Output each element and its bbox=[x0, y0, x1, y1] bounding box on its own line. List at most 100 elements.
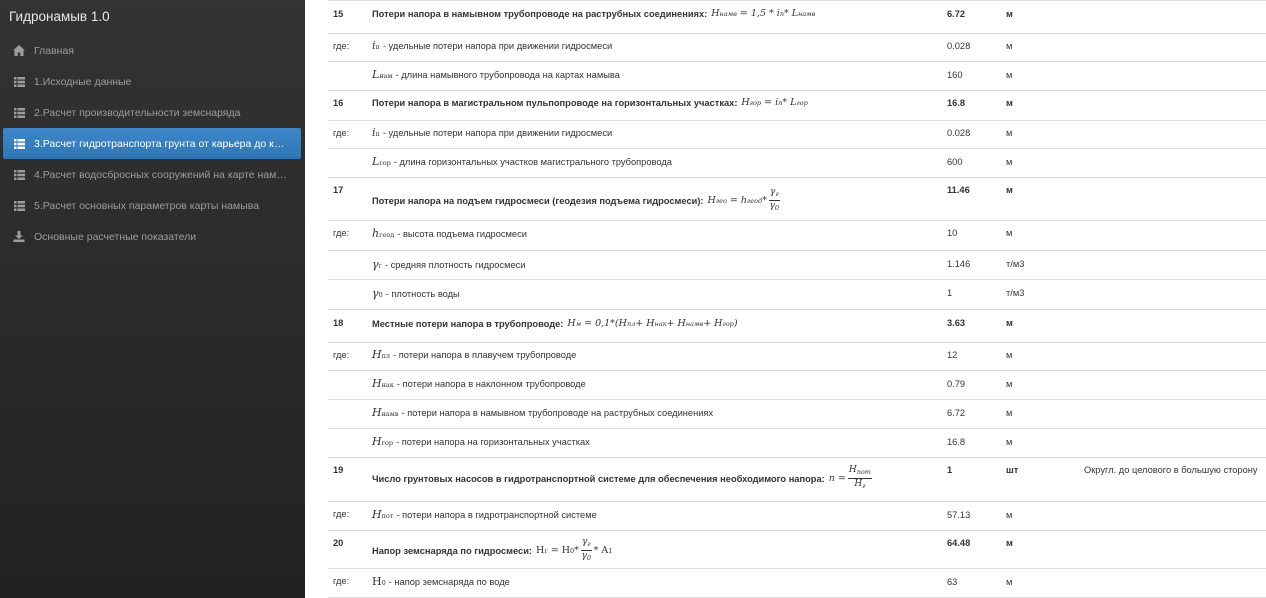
sidebar: Гидронамыв 1.0 Главная 1.Исходные данные… bbox=[0, 0, 305, 598]
symbol: H0 bbox=[372, 575, 386, 588]
row-title: Число грунтовых насосов в гидротранспорт… bbox=[372, 473, 825, 484]
row-text: - длина горизонтальных участков магистра… bbox=[393, 156, 672, 167]
table-row: где: Hпл - потери напора в плавучем труб… bbox=[328, 342, 1266, 370]
row-text: - потери напора в наклонном трубопроводе bbox=[396, 378, 586, 389]
symbol: Lнам bbox=[372, 68, 393, 81]
where-label: где: bbox=[333, 128, 350, 138]
formula: Hг = H0 * γг γ0 * A1 bbox=[536, 537, 613, 562]
row-value: 0.028 bbox=[947, 128, 971, 138]
row-text: - плотность воды bbox=[385, 288, 460, 299]
sidebar-item-summary[interactable]: Основные расчетные показатели bbox=[3, 221, 301, 252]
list-icon bbox=[13, 138, 25, 150]
row-description: iп - удельные потери напора при движении… bbox=[372, 39, 612, 52]
table-row: 20 Напор земснаряда по гидросмеси: Hг = … bbox=[328, 530, 1266, 568]
formula: Hнамв = 1,5 * iп * Lнамв bbox=[711, 8, 816, 19]
row-unit: м bbox=[1006, 98, 1013, 108]
sidebar-item-spillway[interactable]: 4.Расчет водосбросных сооружений на карт… bbox=[3, 159, 301, 190]
main-content: 15 Потери напора в намывном трубопроводе… bbox=[305, 0, 1266, 598]
list-icon bbox=[13, 76, 25, 88]
row-unit: м bbox=[1006, 538, 1013, 548]
sidebar-nav: Главная 1.Исходные данные 2.Расчет произ… bbox=[0, 35, 305, 252]
row-number: 19 bbox=[333, 465, 344, 475]
where-label: где: bbox=[333, 509, 350, 519]
row-unit: м bbox=[1006, 157, 1013, 167]
sidebar-item-home[interactable]: Главная bbox=[3, 35, 301, 66]
sidebar-item-hydrotransport[interactable]: 3.Расчет гидротранспорта грунта от карье… bbox=[3, 128, 301, 159]
symbol: Hгор bbox=[372, 435, 394, 448]
row-unit: м bbox=[1006, 41, 1013, 51]
table-row: Lгор - длина горизонтальных участков маг… bbox=[328, 148, 1266, 177]
row-value: 0.028 bbox=[947, 41, 971, 51]
row-number: 17 bbox=[333, 185, 344, 195]
sidebar-item-label: 3.Расчет гидротранспорта грунта от карье… bbox=[34, 137, 289, 150]
list-icon bbox=[13, 200, 25, 212]
sidebar-item-dredger-productivity[interactable]: 2.Расчет производительности земснаряда bbox=[3, 97, 301, 128]
row-text: - потери напора в гидротранспортной сист… bbox=[396, 509, 597, 520]
symbol: Hнак bbox=[372, 377, 394, 390]
app-title[interactable]: Гидронамыв 1.0 bbox=[0, 0, 305, 34]
row-unit: м bbox=[1006, 408, 1013, 418]
formula: Hм = 0,1*(H пл + Hнак + Hнамв + Hгор) bbox=[567, 318, 738, 329]
home-icon bbox=[13, 45, 25, 57]
row-unit: м bbox=[1006, 70, 1013, 80]
row-number: 20 bbox=[333, 538, 344, 548]
sidebar-item-label: 1.Исходные данные bbox=[34, 75, 132, 88]
symbol: iп bbox=[372, 39, 380, 52]
row-value: 1.146 bbox=[947, 259, 971, 269]
row-value: 3.63 bbox=[947, 318, 966, 328]
row-value: 64.48 bbox=[947, 538, 971, 548]
row-unit: м bbox=[1006, 318, 1013, 328]
table-row: 19 Число грунтовых насосов в гидротрансп… bbox=[328, 457, 1266, 501]
row-value: 10 bbox=[947, 228, 958, 238]
row-text: - удельные потери напора при движении ги… bbox=[382, 127, 613, 138]
row-value: 63 bbox=[947, 577, 958, 587]
table-row: Hгор - потери напора на горизонтальных у… bbox=[328, 428, 1266, 457]
row-text: - высота подъема гидросмеси bbox=[397, 228, 527, 239]
list-icon bbox=[13, 107, 25, 119]
symbol: Hнамв bbox=[372, 406, 399, 419]
row-number: 18 bbox=[333, 318, 344, 328]
row-unit: м bbox=[1006, 128, 1013, 138]
sidebar-item-alluvial-map[interactable]: 5.Расчет основных параметров карты намыв… bbox=[3, 190, 301, 221]
table-row: где: Hпот - потери напора в гидротранспо… bbox=[328, 501, 1266, 530]
where-label: где: bbox=[333, 41, 350, 51]
row-title: Потери напора на подъем гидросмеси (геод… bbox=[372, 195, 704, 206]
row-unit: м bbox=[1006, 9, 1013, 19]
sidebar-item-input-data[interactable]: 1.Исходные данные bbox=[3, 66, 301, 97]
row-note: Округл. до целового в большую сторону bbox=[1084, 465, 1258, 475]
row-text: - потери напора в намывном трубопроводе … bbox=[401, 407, 714, 418]
row-text: - средняя плотность гидросмеси bbox=[384, 259, 526, 270]
list-icon bbox=[13, 169, 25, 181]
symbol: Hпот bbox=[372, 508, 394, 521]
row-description: Hнамв - потери напора в намывном трубопр… bbox=[372, 406, 713, 419]
row-unit: м bbox=[1006, 379, 1013, 389]
table-row: где: H0 - напор земснаряда по воде 63 м bbox=[328, 568, 1266, 598]
symbol: Lгор bbox=[372, 155, 391, 168]
sidebar-item-label: 4.Расчет водосбросных сооружений на карт… bbox=[34, 168, 289, 181]
table-row: γг - средняя плотность гидросмеси 1.146 … bbox=[328, 250, 1266, 279]
row-value: 1 bbox=[947, 465, 953, 475]
table-row: Hнамв - потери напора в намывном трубопр… bbox=[328, 399, 1266, 428]
row-value: 0.79 bbox=[947, 379, 966, 389]
row-description: h геод - высота подъема гидросмеси bbox=[372, 227, 527, 240]
row-text: - потери напора на горизонтальных участк… bbox=[396, 436, 590, 447]
table-row: где: h геод - высота подъема гидросмеси 1… bbox=[328, 220, 1266, 250]
row-description: Lнам - длина намывного трубопровода на к… bbox=[372, 68, 620, 81]
row-value: 16.8 bbox=[947, 437, 966, 447]
table-row: где: iп - удельные потери напора при дви… bbox=[328, 120, 1266, 148]
formula: Hгор = iп * Lгор bbox=[741, 97, 808, 108]
row-description: Hнак - потери напора в наклонном трубопр… bbox=[372, 377, 586, 390]
row-description: Hпл - потери напора в плавучем трубопров… bbox=[372, 348, 576, 361]
sidebar-item-label: 2.Расчет производительности земснаряда bbox=[34, 106, 241, 119]
symbol: iп bbox=[372, 126, 380, 139]
table-row: 15 Потери напора в намывном трубопроводе… bbox=[328, 0, 1266, 33]
download-icon bbox=[13, 231, 25, 243]
row-description: Потери напора на подъем гидросмеси (геод… bbox=[372, 187, 782, 214]
row-description: Потери напора в намывном трубопроводе на… bbox=[372, 8, 815, 19]
row-title: Местные потери напора в трубопроводе: bbox=[372, 318, 564, 329]
row-unit: м bbox=[1006, 350, 1013, 360]
row-unit: м bbox=[1006, 228, 1013, 238]
row-value: 12 bbox=[947, 350, 958, 360]
row-title: Напор земснаряда по гидросмеси: bbox=[372, 545, 533, 556]
row-title: Потери напора в намывном трубопроводе на… bbox=[372, 8, 708, 19]
